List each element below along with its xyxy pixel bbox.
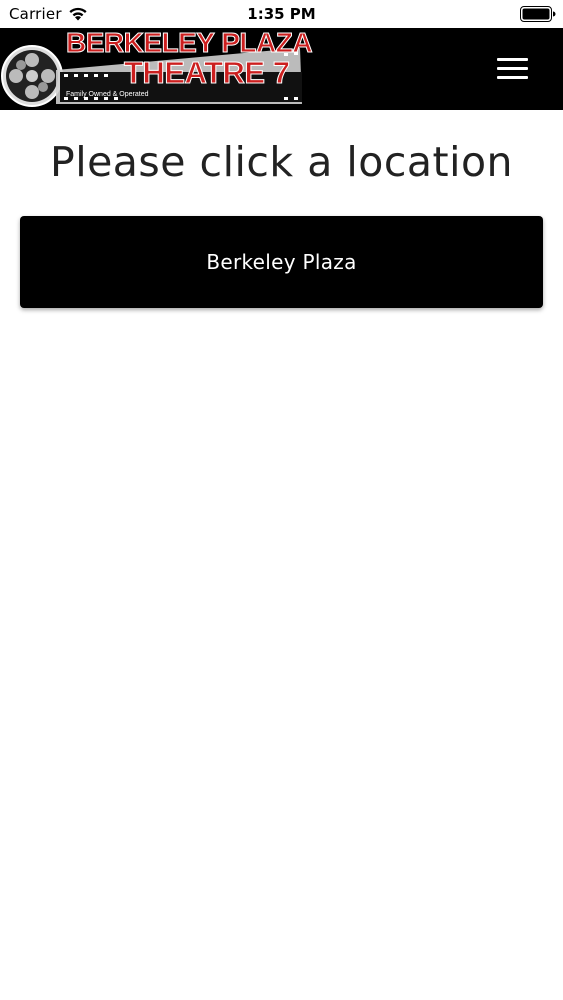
status-bar: Carrier 1:35 PM (0, 0, 563, 28)
hamburger-menu-icon[interactable] (497, 56, 529, 82)
logo-title-line2: THEATRE 7 (123, 55, 290, 90)
logo-title-line1: BERKELEY PLAZA (65, 27, 313, 58)
page-title: Please click a location (49, 138, 514, 186)
logo-tagline: Family Owned & Operated (66, 91, 149, 98)
status-time: 1:35 PM (247, 5, 316, 23)
location-button-berkeley-plaza[interactable]: Berkeley Plaza (20, 216, 543, 308)
battery-full-icon (520, 6, 556, 22)
app-header: BERKELEY PLAZA THEATRE 7 Family Owned & … (0, 28, 563, 110)
theatre-logo[interactable]: BERKELEY PLAZA THEATRE 7 Family Owned & … (0, 27, 313, 110)
